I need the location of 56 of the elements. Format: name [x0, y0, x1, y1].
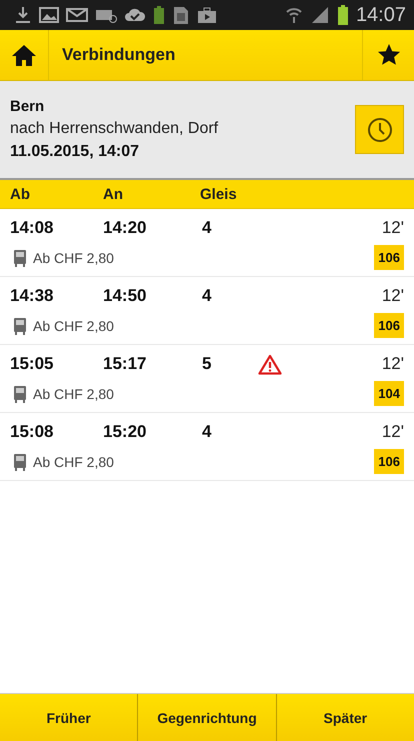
ticket-machine-icon [13, 316, 27, 334]
clock-icon [366, 116, 392, 142]
connection-row[interactable]: 14:08 14:20 4 12' Ab CHF 2,80 106 [0, 209, 414, 277]
column-header: Ab [10, 186, 31, 202]
departure-time: 14:08 [10, 218, 54, 238]
departure-time: 14:38 [10, 286, 54, 306]
platform-number: 5 [202, 354, 212, 374]
bus-line-badge: 106 [374, 245, 404, 270]
time-button[interactable] [355, 105, 404, 154]
wifi-icon [284, 6, 303, 24]
travel-duration: 12' [382, 218, 404, 238]
navigation-button[interactable]: Früher [0, 694, 138, 741]
clock-time: 14:07 [356, 4, 406, 26]
connection-row[interactable]: 15:05 15:17 5 12' Ab CHF 2,80 104 [0, 345, 414, 413]
navigation-button[interactable]: Später [276, 694, 414, 741]
platform-number: 4 [202, 286, 212, 306]
ticket-price: Ab CHF 2,80 [33, 318, 114, 334]
platform-number: 4 [202, 422, 212, 442]
origin-station: Bern [10, 98, 46, 115]
bus-line-badge: 104 [374, 381, 404, 406]
travel-duration: 12' [382, 354, 404, 374]
ticket-price: Ab CHF 2,80 [33, 386, 114, 402]
destination-station: nach Herrenschwanden, Dorf [10, 120, 218, 138]
arrival-time: 15:17 [103, 354, 148, 374]
download-icon [14, 6, 32, 24]
battery-icon [336, 4, 349, 26]
bus-line-badge: 106 [374, 449, 404, 474]
star-icon [376, 43, 400, 67]
cloud-check-icon [124, 6, 146, 24]
screen-title: Verbindungen [61, 45, 176, 65]
briefcase-icon [197, 6, 217, 24]
ticket-price: Ab CHF 2,80 [33, 250, 114, 266]
signal-icon [310, 6, 330, 24]
battery-icon [153, 5, 165, 25]
home-icon [11, 43, 37, 67]
sim-card-icon [172, 5, 190, 25]
travel-duration: 12' [382, 286, 404, 306]
ticket-machine-icon [13, 452, 27, 470]
arrival-time: 14:50 [103, 286, 148, 306]
column-header: An [103, 186, 124, 202]
departure-time: 15:05 [10, 354, 54, 374]
ticket-machine-icon [13, 384, 27, 402]
arrival-time: 15:20 [103, 422, 148, 442]
ticket-machine-icon [13, 248, 27, 266]
navigation-button[interactable]: Gegenrichtung [138, 694, 277, 741]
connection-row[interactable]: 15:08 15:20 4 12' Ab CHF 2,80 106 [0, 413, 414, 481]
image-icon [39, 6, 59, 24]
platform-number: 4 [202, 218, 212, 238]
ticket-price: Ab CHF 2,80 [33, 454, 114, 470]
departure-time: 15:08 [10, 422, 54, 442]
date-time: 11.05.2015, 14:07 [10, 143, 140, 161]
column-header: Gleis [200, 186, 237, 202]
travel-duration: 12' [382, 422, 404, 442]
bus-line-badge: 106 [374, 313, 404, 338]
connection-row[interactable]: 14:38 14:50 4 12' Ab CHF 2,80 106 [0, 277, 414, 345]
arrival-time: 14:20 [103, 218, 148, 238]
